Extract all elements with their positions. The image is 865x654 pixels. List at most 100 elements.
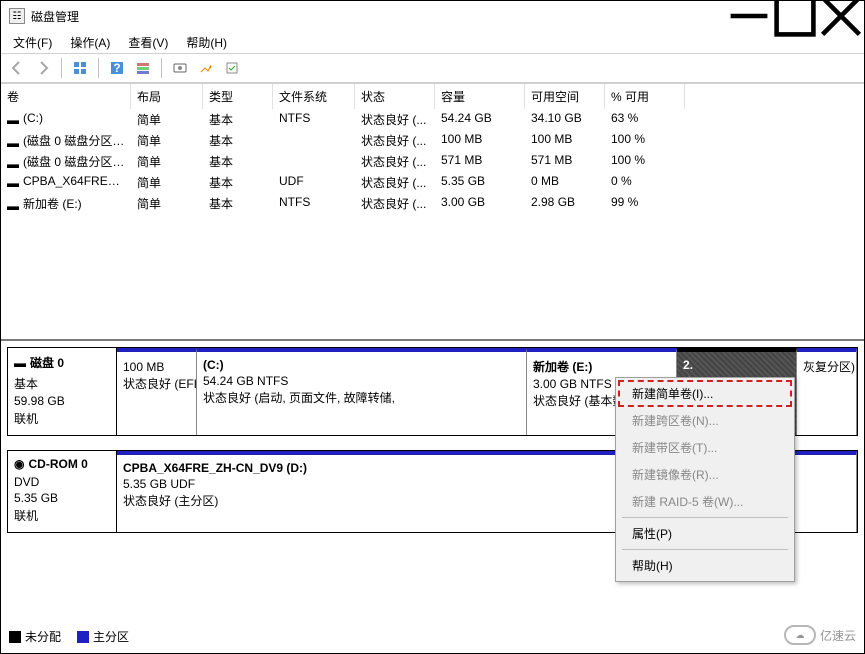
- separator: [161, 58, 162, 78]
- cell-volume: ▬CPBA_X64FRE_Z...: [1, 172, 131, 193]
- cell-fs: NTFS: [273, 109, 355, 130]
- cell-volume: ▬(C:): [1, 109, 131, 130]
- list-button[interactable]: [194, 56, 218, 80]
- menu-new-simple-volume[interactable]: 新建简单卷(I)...: [618, 380, 792, 407]
- cell-pct: 100 %: [605, 130, 685, 151]
- col-volume[interactable]: 卷: [1, 84, 131, 109]
- cell-status: 状态良好 (...: [355, 109, 435, 130]
- cloud-icon: ☁: [784, 625, 816, 645]
- menu-action[interactable]: 操作(A): [62, 32, 118, 53]
- cdrom-icon: ◉: [14, 457, 24, 471]
- cell-free: 2.98 GB: [525, 193, 605, 214]
- separator: [98, 58, 99, 78]
- cell-type: 基本: [203, 193, 273, 214]
- app-icon: ☷: [9, 8, 25, 24]
- swatch-primary: [77, 631, 89, 643]
- col-type[interactable]: 类型: [203, 84, 273, 109]
- back-button[interactable]: [5, 56, 29, 80]
- svg-text:?: ?: [113, 61, 120, 75]
- cell-layout: 简单: [131, 193, 203, 214]
- menu-properties[interactable]: 属性(P): [618, 520, 792, 547]
- disk-type: 基本: [14, 375, 110, 392]
- cell-status: 状态良好 (...: [355, 151, 435, 172]
- cell-volume: ▬(磁盘 0 磁盘分区 1): [1, 130, 131, 151]
- cell-capacity: 3.00 GB: [435, 193, 525, 214]
- close-button[interactable]: [818, 1, 864, 31]
- menu-new-striped-volume: 新建带区卷(T)...: [618, 434, 792, 461]
- volume-icon: ▬: [7, 199, 19, 211]
- partition[interactable]: 100 MB 状态良好 (EFI: [117, 348, 197, 435]
- minimize-button[interactable]: [726, 1, 772, 31]
- action-button[interactable]: [220, 56, 244, 80]
- separator: [61, 58, 62, 78]
- maximize-button[interactable]: [772, 1, 818, 31]
- cell-type: 基本: [203, 151, 273, 172]
- col-status[interactable]: 状态: [355, 84, 435, 109]
- cell-pct: 99 %: [605, 193, 685, 214]
- col-fs[interactable]: 文件系统: [273, 84, 355, 109]
- cell-free: 100 MB: [525, 130, 605, 151]
- col-capacity[interactable]: 容量: [435, 84, 525, 109]
- cell-type: 基本: [203, 130, 273, 151]
- menu-view[interactable]: 查看(V): [120, 32, 176, 53]
- cdrom-size: 5.35 GB: [14, 491, 110, 505]
- menu-new-raid5-volume: 新建 RAID-5 卷(W)...: [618, 488, 792, 515]
- cell-pct: 100 %: [605, 151, 685, 172]
- view-button[interactable]: [68, 56, 92, 80]
- disk-name: ▬磁盘 0: [14, 354, 110, 371]
- partition[interactable]: (C:) 54.24 GB NTFS 状态良好 (启动, 页面文件, 故障转储,: [197, 348, 527, 435]
- volume-table: 卷 布局 类型 文件系统 状态 容量 可用空间 % 可用 ▬(C:)简单基本NT…: [1, 83, 864, 339]
- cell-volume: ▬(磁盘 0 磁盘分区 5): [1, 151, 131, 172]
- menu-file[interactable]: 文件(F): [5, 32, 60, 53]
- window-title: 磁盘管理: [31, 8, 726, 25]
- titlebar: ☷ 磁盘管理: [1, 1, 864, 31]
- table-row[interactable]: ▬CPBA_X64FRE_Z...简单基本UDF状态良好 (...5.35 GB…: [1, 172, 864, 193]
- menu-separator: [622, 517, 788, 518]
- settings-button[interactable]: [131, 56, 155, 80]
- legend: 未分配 主分区: [9, 628, 129, 645]
- cdrom-name: ◉CD-ROM 0: [14, 457, 110, 471]
- table-header: 卷 布局 类型 文件系统 状态 容量 可用空间 % 可用: [1, 83, 864, 109]
- legend-primary: 主分区: [77, 628, 129, 645]
- cell-type: 基本: [203, 109, 273, 130]
- help-button[interactable]: ?: [105, 56, 129, 80]
- disk-label[interactable]: ◉CD-ROM 0 DVD 5.35 GB 联机: [7, 450, 117, 533]
- disk-label[interactable]: ▬磁盘 0 基本 59.98 GB 联机: [7, 347, 117, 436]
- menu-new-spanned-volume: 新建跨区卷(N)...: [618, 407, 792, 434]
- disk-size: 59.98 GB: [14, 394, 110, 408]
- cell-capacity: 5.35 GB: [435, 172, 525, 193]
- refresh-button[interactable]: [168, 56, 192, 80]
- toolbar: ?: [1, 53, 864, 83]
- cell-layout: 简单: [131, 172, 203, 193]
- forward-button[interactable]: [31, 56, 55, 80]
- volume-icon: ▬: [7, 157, 19, 169]
- col-pct[interactable]: % 可用: [605, 84, 685, 109]
- table-row[interactable]: ▬(磁盘 0 磁盘分区 1)简单基本状态良好 (...100 MB100 MB1…: [1, 130, 864, 151]
- cdrom-type: DVD: [14, 475, 110, 489]
- cell-free: 34.10 GB: [525, 109, 605, 130]
- partition[interactable]: 灰复分区): [797, 348, 857, 435]
- volume-icon: ▬: [7, 113, 19, 125]
- table-row[interactable]: ▬(磁盘 0 磁盘分区 5)简单基本状态良好 (...571 MB571 MB1…: [1, 151, 864, 172]
- cell-layout: 简单: [131, 130, 203, 151]
- menu-help[interactable]: 帮助(H): [178, 32, 235, 53]
- col-layout[interactable]: 布局: [131, 84, 203, 109]
- cell-capacity: 571 MB: [435, 151, 525, 172]
- menu-help[interactable]: 帮助(H): [618, 552, 792, 579]
- cell-status: 状态良好 (...: [355, 193, 435, 214]
- col-free[interactable]: 可用空间: [525, 84, 605, 109]
- cell-volume: ▬新加卷 (E:): [1, 193, 131, 214]
- table-body[interactable]: ▬(C:)简单基本NTFS状态良好 (...54.24 GB34.10 GB63…: [1, 109, 864, 339]
- cell-fs: UDF: [273, 172, 355, 193]
- table-row[interactable]: ▬(C:)简单基本NTFS状态良好 (...54.24 GB34.10 GB63…: [1, 109, 864, 130]
- cell-free: 0 MB: [525, 172, 605, 193]
- table-row[interactable]: ▬新加卷 (E:)简单基本NTFS状态良好 (...3.00 GB2.98 GB…: [1, 193, 864, 214]
- cell-layout: 简单: [131, 151, 203, 172]
- cell-capacity: 100 MB: [435, 130, 525, 151]
- context-menu: 新建简单卷(I)... 新建跨区卷(N)... 新建带区卷(T)... 新建镜像…: [615, 377, 795, 582]
- window-controls: [726, 1, 864, 31]
- watermark: ☁ 亿速云: [784, 625, 856, 645]
- cell-status: 状态良好 (...: [355, 130, 435, 151]
- cell-capacity: 54.24 GB: [435, 109, 525, 130]
- cell-free: 571 MB: [525, 151, 605, 172]
